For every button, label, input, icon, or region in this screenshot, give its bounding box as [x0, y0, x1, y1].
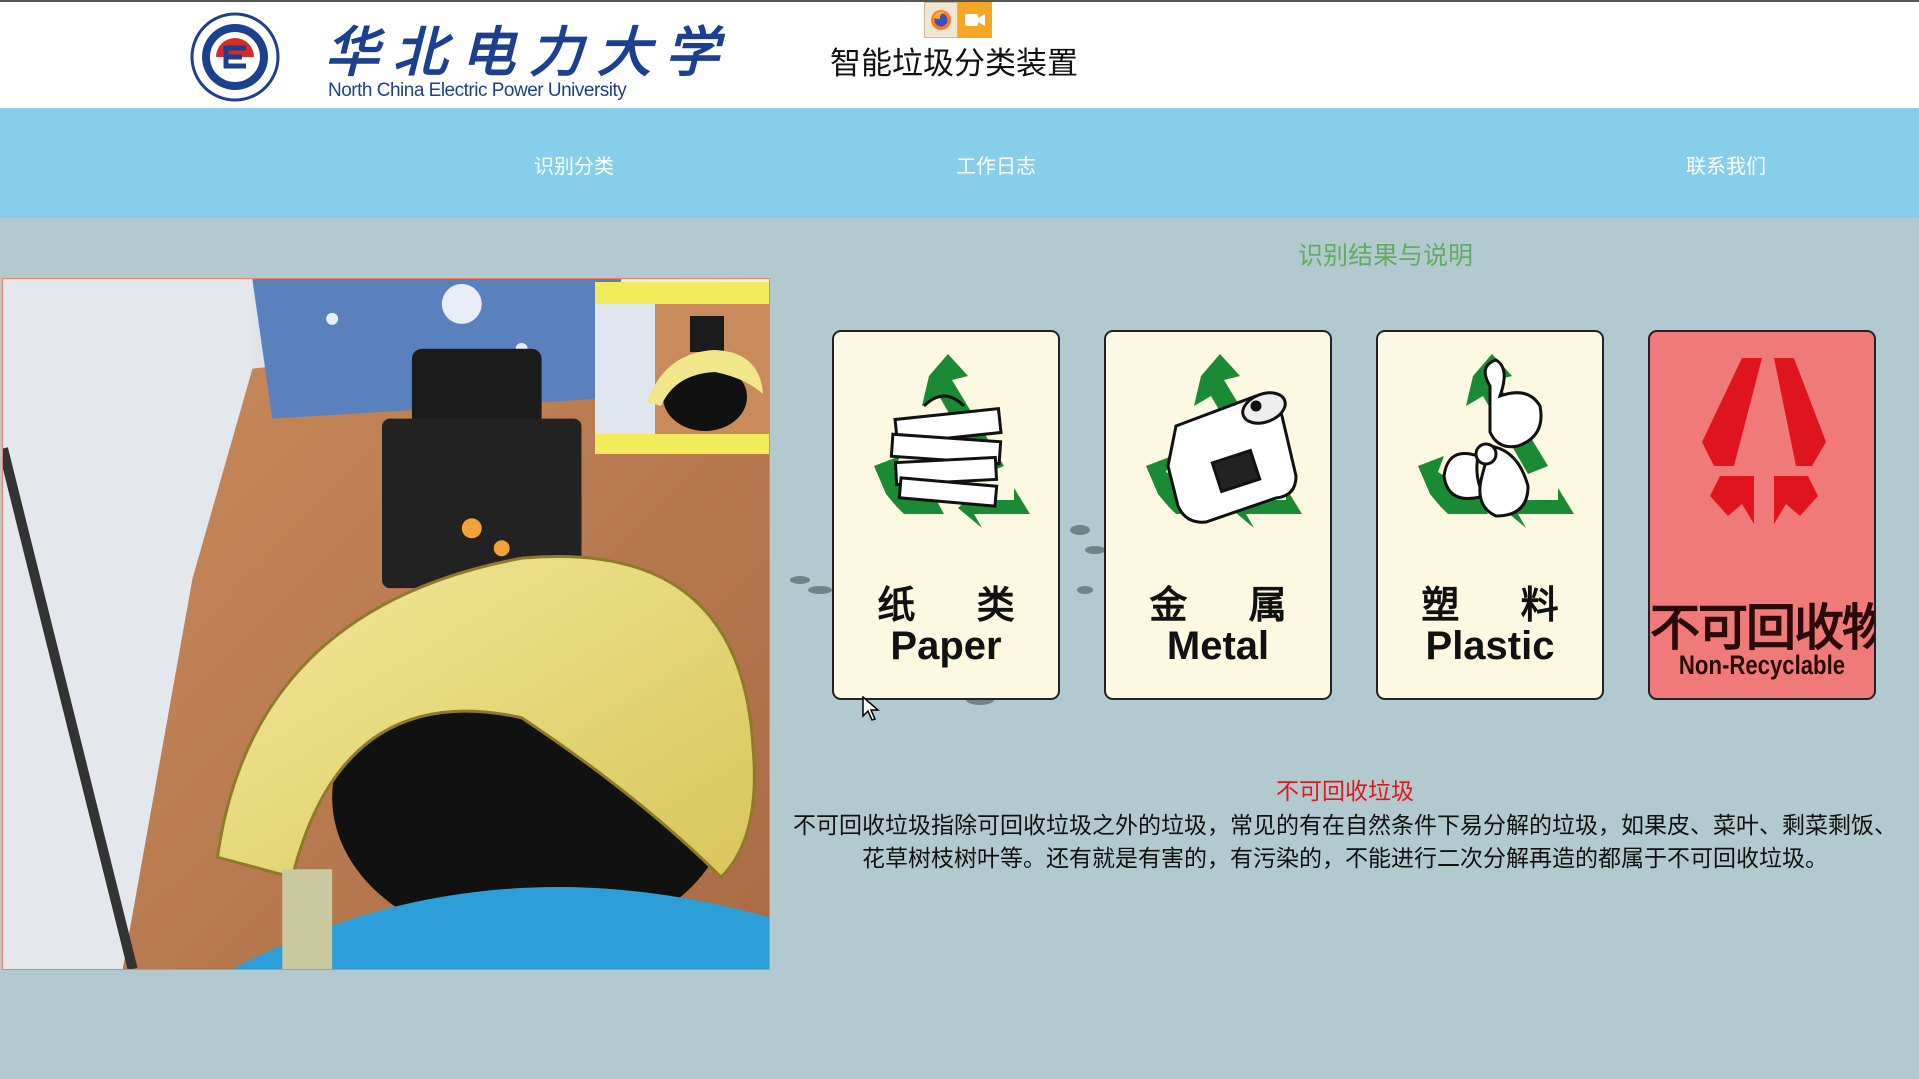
card-label-cn: 塑 料 [1421, 583, 1583, 627]
card-label-cn: 纸 类 [877, 583, 1039, 627]
university-logo-icon [190, 12, 280, 102]
nav-item-work-log[interactable]: 工作日志 [956, 150, 1036, 179]
card-label-en: Non-Recyclable [1678, 650, 1846, 680]
section-title: 识别结果与说明 [1298, 241, 1474, 270]
plastic-recycle-icon [1418, 354, 1574, 528]
mouse-cursor-icon [862, 696, 880, 721]
firefox-icon[interactable] [924, 2, 958, 38]
app-title: 智能垃圾分类装置 [830, 46, 1078, 82]
result-description: 不可回收垃圾指除可回收垃圾之外的垃圾，常见的有在自然条件下易分解的垃圾，如果皮、… [793, 813, 1897, 872]
university-name-cn: 华北电力大学 [325, 20, 733, 84]
nav-bar: 识别分类 工作日志 联系我们 [0, 108, 1919, 218]
university-name-en: North China Electric Power University [328, 80, 627, 101]
category-card-paper[interactable]: 纸 类 Paper [832, 330, 1060, 700]
category-card-metal[interactable]: 金 属 Metal [1104, 330, 1332, 700]
category-card-non-recyclable[interactable]: 不可回收物 Non-Recyclable [1648, 330, 1876, 700]
nav-item-contact[interactable]: 联系我们 [1686, 150, 1766, 179]
card-label-cn: 金 属 [1149, 583, 1311, 627]
non-recyclable-icon [1702, 358, 1826, 524]
metal-recycle-icon [1146, 354, 1302, 528]
paper-recycle-icon [874, 354, 1030, 528]
taskbar-tray [924, 2, 992, 38]
camera-preview-thumbnail [595, 282, 769, 454]
camera-icon[interactable] [958, 2, 992, 38]
card-label-en: Plastic [1425, 624, 1555, 668]
result-title: 不可回收垃圾 [1276, 779, 1414, 805]
category-card-plastic[interactable]: 塑 料 Plastic [1376, 330, 1604, 700]
card-label-en: Metal [1166, 624, 1270, 668]
result-panel: 不可回收垃圾 不可回收垃圾指除可回收垃圾之外的垃圾，常见的有在自然条件下易分解的… [790, 772, 1900, 876]
header: 华北电力大学 North China Electric Power Univer… [0, 0, 1919, 108]
card-label-en: Paper [890, 624, 1002, 668]
nav-item-classify[interactable]: 识别分类 [534, 150, 614, 179]
